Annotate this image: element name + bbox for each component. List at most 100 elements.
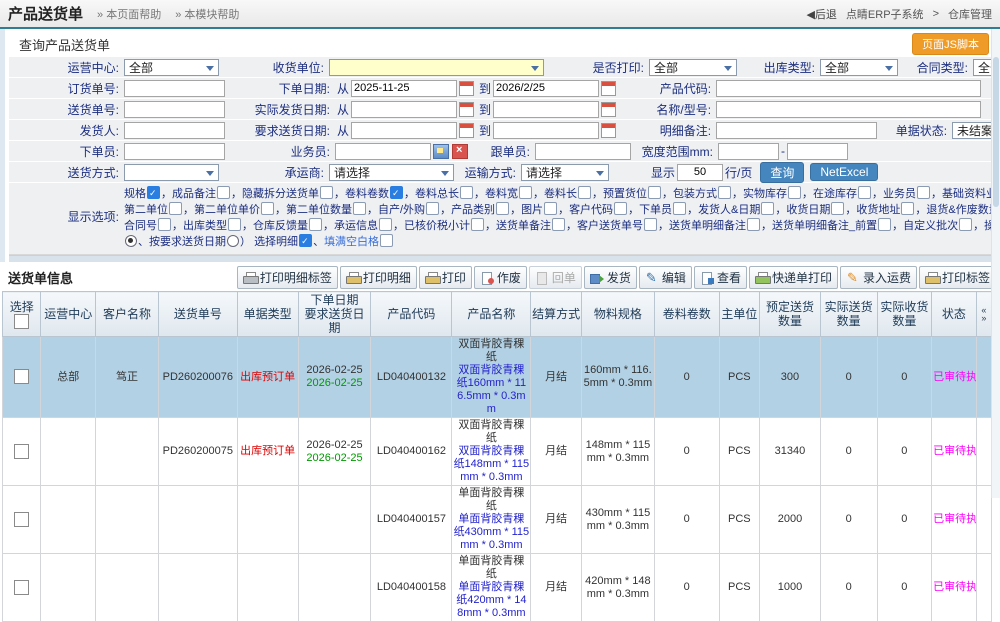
order-date-to-input[interactable] bbox=[493, 80, 599, 97]
calendar-icon[interactable] bbox=[601, 123, 616, 138]
option-checkbox-卷料卷数[interactable] bbox=[390, 186, 403, 199]
select-all-checkbox[interactable] bbox=[14, 314, 29, 329]
option-checkbox-已核价税小计[interactable] bbox=[471, 218, 484, 231]
calendar-icon[interactable] bbox=[459, 81, 474, 96]
option-checkbox-卷料宽[interactable] bbox=[519, 186, 532, 199]
calendar-icon[interactable] bbox=[459, 102, 474, 117]
sort-by-order-date-radio[interactable] bbox=[125, 235, 137, 247]
delivery-method-select[interactable] bbox=[124, 164, 219, 181]
required-date-to-input[interactable] bbox=[493, 122, 599, 139]
product-name-link[interactable]: 双面背胶青稞纸148mm * 115mm * 0.3mm bbox=[453, 445, 529, 484]
toolbar-button-11[interactable]: 打印标签 bbox=[919, 266, 996, 289]
option-checkbox-客户送货单号[interactable] bbox=[644, 218, 657, 231]
salesman-picker-icon[interactable] bbox=[433, 144, 449, 159]
toolbar-button-4[interactable]: 作废 bbox=[474, 266, 527, 289]
option-checkbox-合同号[interactable] bbox=[158, 218, 171, 231]
option-checkbox-发货人&日期[interactable] bbox=[761, 202, 774, 215]
calendar-icon[interactable] bbox=[459, 123, 474, 138]
order-no-input[interactable] bbox=[124, 80, 225, 97]
product-name-link[interactable]: 双面背胶青稞纸160mm * 116.5mm * 0.3mm bbox=[453, 364, 529, 416]
row-select-checkbox[interactable] bbox=[14, 444, 29, 459]
column-header-expand[interactable]: «» bbox=[976, 292, 991, 337]
option-checkbox-收货地址[interactable] bbox=[901, 202, 914, 215]
salesman-clear-icon[interactable] bbox=[452, 144, 468, 159]
toolbar-button-1[interactable]: 打印明细标签 bbox=[237, 266, 338, 289]
option-checkbox-成品备注[interactable] bbox=[217, 186, 230, 199]
option-checkbox-客户代码[interactable] bbox=[614, 202, 627, 215]
row-select-checkbox[interactable] bbox=[14, 369, 29, 384]
select-detail-checkbox[interactable] bbox=[299, 234, 312, 247]
option-checkbox-自产/外购[interactable] bbox=[426, 202, 439, 215]
product-code-input[interactable] bbox=[716, 80, 981, 97]
option-checkbox-隐藏拆分送货单[interactable] bbox=[320, 186, 333, 199]
width-from-input[interactable] bbox=[718, 143, 779, 160]
toolbar-button-10[interactable]: 录入运费 bbox=[840, 266, 917, 289]
toolbar-button-2[interactable]: 打印明细 bbox=[340, 266, 417, 289]
page-size-input[interactable] bbox=[677, 164, 723, 181]
option-checkbox-收货日期[interactable] bbox=[831, 202, 844, 215]
option-checkbox-业务员[interactable] bbox=[917, 186, 930, 199]
page-scrollbar[interactable] bbox=[991, 29, 1000, 498]
salesman-input[interactable] bbox=[335, 143, 431, 160]
option-checkbox-包装方式[interactable] bbox=[718, 186, 731, 199]
option-checkbox-自定义批次[interactable] bbox=[959, 218, 972, 231]
breadcrumb-system[interactable]: 点睛ERP子系统 bbox=[846, 6, 924, 22]
option-checkbox-规格[interactable] bbox=[147, 186, 160, 199]
option-checkbox-预置货位[interactable] bbox=[648, 186, 661, 199]
option-checkbox-第二单位单价[interactable] bbox=[261, 202, 274, 215]
toolbar-button-6[interactable]: 发货 bbox=[584, 266, 637, 289]
actual-date-from-input[interactable] bbox=[351, 101, 457, 118]
option-checkbox-下单员[interactable] bbox=[673, 202, 686, 215]
netexcel-button[interactable]: NetExcel bbox=[810, 163, 878, 181]
order-clerk-input[interactable] bbox=[124, 143, 225, 160]
option-checkbox-送货单明细备注_前置[interactable] bbox=[878, 218, 891, 231]
toolbar-button-9[interactable]: 快递单打印 bbox=[749, 266, 838, 289]
toolbar-button-3[interactable]: 打印 bbox=[419, 266, 472, 289]
option-checkbox-仓库反馈量[interactable] bbox=[309, 218, 322, 231]
back-button[interactable]: ◀后退 bbox=[806, 6, 836, 22]
actual-date-to-input[interactable] bbox=[493, 101, 599, 118]
carrier-select[interactable]: 请选择 bbox=[329, 164, 454, 181]
breadcrumb-module[interactable]: 仓库管理 bbox=[948, 6, 992, 22]
product-name-link[interactable]: 单面背胶青稞纸420mm * 148mm * 0.3mm bbox=[453, 581, 529, 620]
option-checkbox-图片[interactable] bbox=[544, 202, 557, 215]
name-model-input[interactable] bbox=[716, 101, 981, 118]
expand-icon[interactable]: » bbox=[977, 314, 991, 322]
detail-note-input[interactable] bbox=[716, 122, 877, 139]
option-checkbox-卷料长[interactable] bbox=[578, 186, 591, 199]
option-checkbox-送货单备注[interactable] bbox=[552, 218, 565, 231]
product-name-link[interactable]: 单面背胶青稞纸430mm * 115mm * 0.3mm bbox=[453, 513, 529, 552]
search-button[interactable]: 查询 bbox=[760, 162, 804, 183]
row-select-checkbox[interactable] bbox=[14, 580, 29, 595]
option-checkbox-产品类别[interactable] bbox=[496, 202, 509, 215]
page-help-link[interactable]: » 本页面帮助 bbox=[97, 6, 161, 22]
order-date-from-input[interactable] bbox=[351, 80, 457, 97]
page-js-script-button[interactable]: 页面JS脚本 bbox=[912, 33, 989, 55]
row-select-checkbox[interactable] bbox=[14, 512, 29, 527]
tracker-input[interactable] bbox=[535, 143, 631, 160]
width-to-input[interactable] bbox=[787, 143, 848, 160]
outbound-type-select[interactable]: 全部 bbox=[820, 59, 898, 76]
receiver-select[interactable] bbox=[329, 59, 544, 76]
transport-select[interactable]: 请选择 bbox=[521, 164, 609, 181]
fill-blank-checkbox[interactable] bbox=[380, 234, 393, 247]
option-checkbox-在途库存[interactable] bbox=[858, 186, 871, 199]
toolbar-button-7[interactable]: 编辑 bbox=[639, 266, 692, 289]
option-checkbox-送货单明细备注[interactable] bbox=[747, 218, 760, 231]
option-checkbox-第二单位[interactable] bbox=[169, 202, 182, 215]
calendar-icon[interactable] bbox=[601, 81, 616, 96]
operation-center-select[interactable]: 全部 bbox=[124, 59, 219, 76]
sort-by-required-date-radio[interactable] bbox=[227, 235, 239, 247]
shipper-input[interactable] bbox=[124, 122, 225, 139]
toolbar-button-8[interactable]: 查看 bbox=[694, 266, 747, 289]
option-checkbox-承运信息[interactable] bbox=[379, 218, 392, 231]
calendar-icon[interactable] bbox=[601, 102, 616, 117]
scrollbar-thumb[interactable] bbox=[993, 57, 999, 207]
option-checkbox-卷料总长[interactable] bbox=[460, 186, 473, 199]
printed-select[interactable]: 全部 bbox=[649, 59, 737, 76]
module-help-link[interactable]: » 本模块帮助 bbox=[175, 6, 239, 22]
required-date-from-input[interactable] bbox=[351, 122, 457, 139]
option-checkbox-实物库存[interactable] bbox=[788, 186, 801, 199]
option-checkbox-第二单位数量[interactable] bbox=[353, 202, 366, 215]
option-checkbox-出库类型[interactable] bbox=[228, 218, 241, 231]
